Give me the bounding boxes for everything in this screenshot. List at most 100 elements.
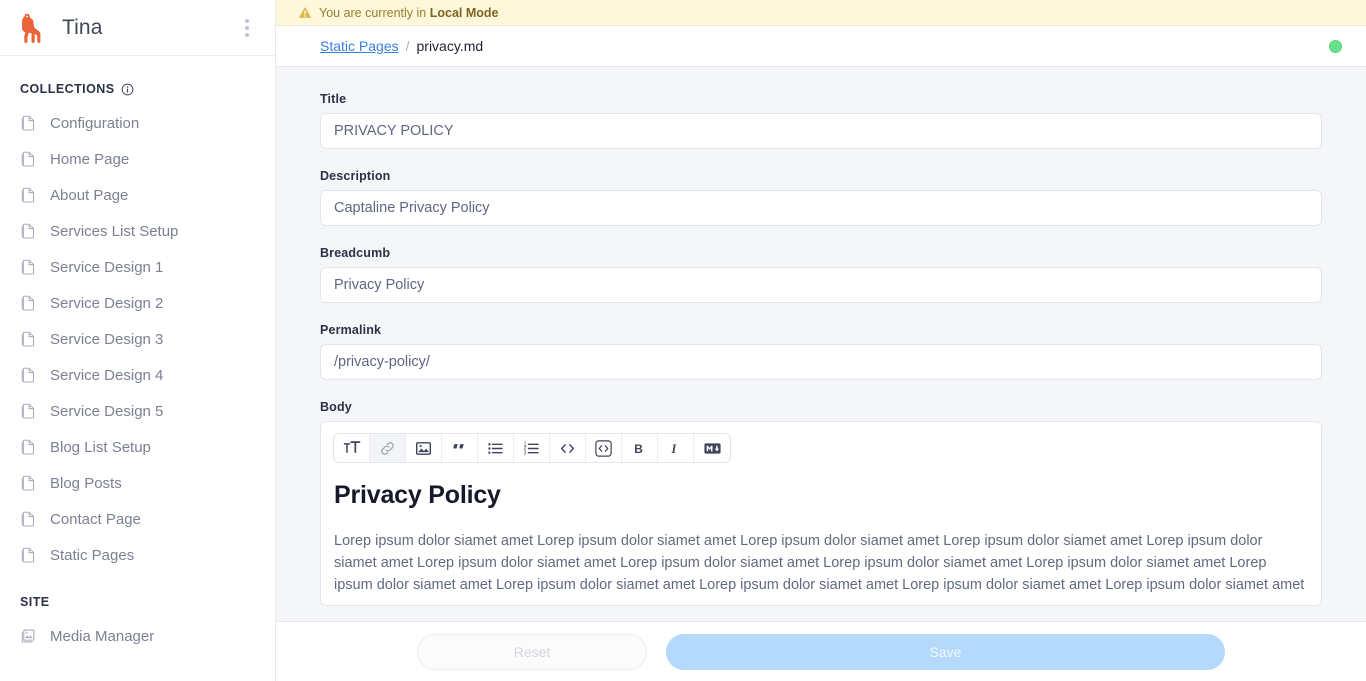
sidebar-header: Tina xyxy=(0,0,275,56)
site-heading: SITE xyxy=(0,595,275,609)
rich-text-editor[interactable]: 123 B I Privacy Policy Lorep ipsum dolor s… xyxy=(320,421,1322,606)
notice-strong: Local Mode xyxy=(429,5,499,20)
sidebar-item-home-page[interactable]: Home Page xyxy=(0,141,275,177)
sidebar-item-blog-posts[interactable]: Blog Posts xyxy=(0,465,275,501)
document-icon xyxy=(20,258,38,276)
italic-icon[interactable]: I xyxy=(658,434,694,462)
document-icon xyxy=(20,150,38,168)
warning-triangle-icon xyxy=(298,6,312,19)
sidebar-item-static-pages[interactable]: Static Pages xyxy=(0,537,275,573)
sidebar-item-configuration[interactable]: Configuration xyxy=(0,105,275,141)
llama-icon xyxy=(20,13,48,43)
sidebar-item-label: Contact Page xyxy=(50,510,141,528)
body-field: Body 123 B I Privacy Policy Lorep ipsum do… xyxy=(320,400,1322,606)
sidebar-item-about-page[interactable]: About Page xyxy=(0,177,275,213)
numbered-list-icon[interactable]: 123 xyxy=(514,434,550,462)
bold-icon[interactable]: B xyxy=(622,434,658,462)
form-fields: Title Description Breadcumb Permalink xyxy=(320,92,1322,380)
image-icon[interactable] xyxy=(406,434,442,462)
code-block-icon[interactable] xyxy=(586,434,622,462)
link-icon xyxy=(370,434,406,462)
sidebar-item-label: Service Design 2 xyxy=(50,294,164,312)
save-button[interactable]: Save xyxy=(666,633,1225,670)
sidebar-item-service-design-1[interactable]: Service Design 1 xyxy=(0,249,275,285)
document-icon xyxy=(20,402,38,420)
heading-text-size-icon[interactable] xyxy=(334,434,370,462)
status-dot-green xyxy=(1329,39,1342,53)
permalink-input[interactable] xyxy=(320,344,1322,380)
collections-heading: COLLECTIONS xyxy=(0,82,275,96)
title-input[interactable] xyxy=(320,113,1322,149)
brand-name: Tina xyxy=(62,15,103,39)
local-mode-notice-text: You are currently in Local Mode xyxy=(319,6,498,20)
sidebar-item-service-design-5[interactable]: Service Design 5 xyxy=(0,393,275,429)
sidebar-item-service-design-3[interactable]: Service Design 3 xyxy=(0,321,275,357)
breadcumb-label: Breadcumb xyxy=(320,246,391,260)
editor-toolbar: 123 B I xyxy=(333,433,731,463)
sidebar-item-label: Home Page xyxy=(50,150,130,168)
sidebar-item-label: Blog Posts xyxy=(50,474,122,492)
sidebar-item-label: About Page xyxy=(50,186,129,204)
editor-paragraph[interactable]: Lorep ipsum dolor siamet amet Lorep ipsu… xyxy=(334,530,1308,596)
breadcrumb-bar: Static Pages / privacy.md xyxy=(276,26,1366,67)
sidebar-item-label: Static Pages xyxy=(50,546,135,564)
sidebar-item-media-manager[interactable]: Media Manager xyxy=(0,618,275,654)
notice-prefix: You are currently in xyxy=(319,5,430,20)
bulleted-list-icon[interactable] xyxy=(478,434,514,462)
svg-text:B: B xyxy=(634,441,643,455)
collections-heading-label: COLLECTIONS xyxy=(20,82,115,96)
form-actions: Reset Save xyxy=(276,621,1366,681)
inline-code-icon[interactable] xyxy=(550,434,586,462)
breadcrumb-current: privacy.md xyxy=(416,38,484,54)
breadcrumb: Static Pages / privacy.md xyxy=(320,38,1329,54)
sidebar-item-label: Media Manager xyxy=(50,627,155,645)
permalink-field: Permalink xyxy=(320,323,1322,380)
document-icon xyxy=(20,330,38,348)
sidebar-item-blog-list-setup[interactable]: Blog List Setup xyxy=(0,429,275,465)
sidebar-item-label: Blog List Setup xyxy=(50,438,151,456)
site-list: Media Manager xyxy=(0,618,275,654)
document-icon xyxy=(20,186,38,204)
kebab-menu-icon[interactable] xyxy=(235,14,259,42)
breadcumb-input[interactable] xyxy=(320,267,1322,303)
sidebar-item-label: Configuration xyxy=(50,114,140,132)
quote-icon[interactable] xyxy=(442,434,478,462)
form-content: Title Description Breadcumb Permalink Body … xyxy=(276,67,1366,621)
sidebar-item-label: Service Design 5 xyxy=(50,402,164,420)
document-icon xyxy=(20,366,38,384)
permalink-label: Permalink xyxy=(320,323,382,337)
description-field: Description xyxy=(320,169,1322,226)
description-input[interactable] xyxy=(320,190,1322,226)
svg-text:3: 3 xyxy=(524,450,527,456)
sidebar: Tina COLLECTIONS Configuration Home Page… xyxy=(0,0,276,681)
sidebar-item-service-design-4[interactable]: Service Design 4 xyxy=(0,357,275,393)
document-icon xyxy=(20,510,38,528)
document-icon xyxy=(20,294,38,312)
main-panel: You are currently in Local Mode Static P… xyxy=(276,0,1366,681)
local-mode-notice: You are currently in Local Mode xyxy=(276,0,1366,26)
collections-list: Configuration Home Page About Page Services… xyxy=(0,105,275,573)
document-icon xyxy=(20,438,38,456)
sidebar-item-label: Service Design 4 xyxy=(50,366,164,384)
editor-heading[interactable]: Privacy Policy xyxy=(334,481,1310,510)
app-root: Tina COLLECTIONS Configuration Home Page… xyxy=(0,0,1366,681)
sidebar-item-label: Service Design 1 xyxy=(50,258,164,276)
sidebar-item-services-list-setup[interactable]: Services List Setup xyxy=(0,213,275,249)
document-icon xyxy=(20,474,38,492)
document-icon xyxy=(20,222,38,240)
sidebar-item-service-design-2[interactable]: Service Design 2 xyxy=(0,285,275,321)
title-label: Title xyxy=(320,92,347,106)
description-label: Description xyxy=(320,169,391,183)
sidebar-item-label: Service Design 3 xyxy=(50,330,164,348)
info-circle-icon[interactable] xyxy=(121,83,134,96)
sidebar-item-contact-page[interactable]: Contact Page xyxy=(0,501,275,537)
reset-button[interactable]: Reset xyxy=(417,633,647,670)
breadcrumb-parent-link[interactable]: Static Pages xyxy=(320,38,399,54)
site-heading-label: SITE xyxy=(20,595,50,609)
sidebar-item-label: Services List Setup xyxy=(50,222,179,240)
title-field: Title xyxy=(320,92,1322,149)
document-icon xyxy=(20,114,38,132)
breadcrumb-separator: / xyxy=(405,38,410,54)
markdown-icon[interactable] xyxy=(694,434,730,462)
brand[interactable]: Tina xyxy=(20,13,235,43)
